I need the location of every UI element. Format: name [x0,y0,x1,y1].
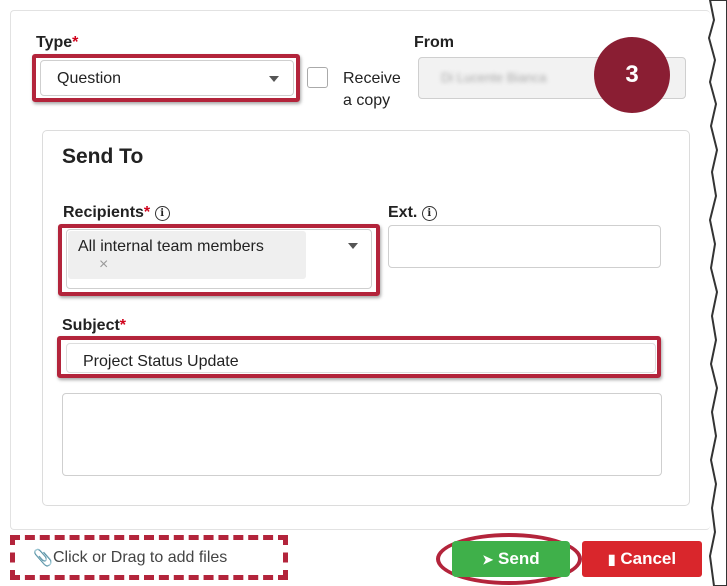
receive-copy-checkbox[interactable] [307,67,328,88]
step-badge: 3 [594,37,670,113]
paper-plane-icon: ➤ [482,552,494,567]
cancel-button[interactable]: ▮ Cancel [582,541,702,577]
paperclip-icon: 📎 [33,550,53,567]
from-value: Di Lucente Bianca [441,70,547,85]
ext-input[interactable] [388,225,661,268]
recipients-highlight [58,224,380,296]
trash-icon: ▮ [607,551,616,567]
info-icon[interactable]: i [421,206,437,221]
torn-edge [707,0,727,586]
attach-files-dropzone[interactable]: 📎 Click or Drag to add files [10,535,288,580]
info-icon[interactable]: i [154,206,170,221]
send-to-title: Send To [62,145,144,168]
cancel-button-label: Cancel [620,549,677,568]
recipients-label: Recipients* i [63,204,170,222]
receive-copy-label: Receive a copy [343,70,401,109]
from-label: From [414,34,454,51]
send-button-label: Send [498,549,540,568]
type-label: Type* [36,34,79,51]
ext-label: Ext. i [388,204,437,222]
attach-files-label: Click or Drag to add files [53,549,228,566]
type-highlight [32,54,300,102]
send-button[interactable]: ➤ Send [452,541,570,577]
subject-label: Subject* [62,317,127,334]
subject-highlight [57,336,661,378]
message-textarea[interactable] [62,393,662,476]
